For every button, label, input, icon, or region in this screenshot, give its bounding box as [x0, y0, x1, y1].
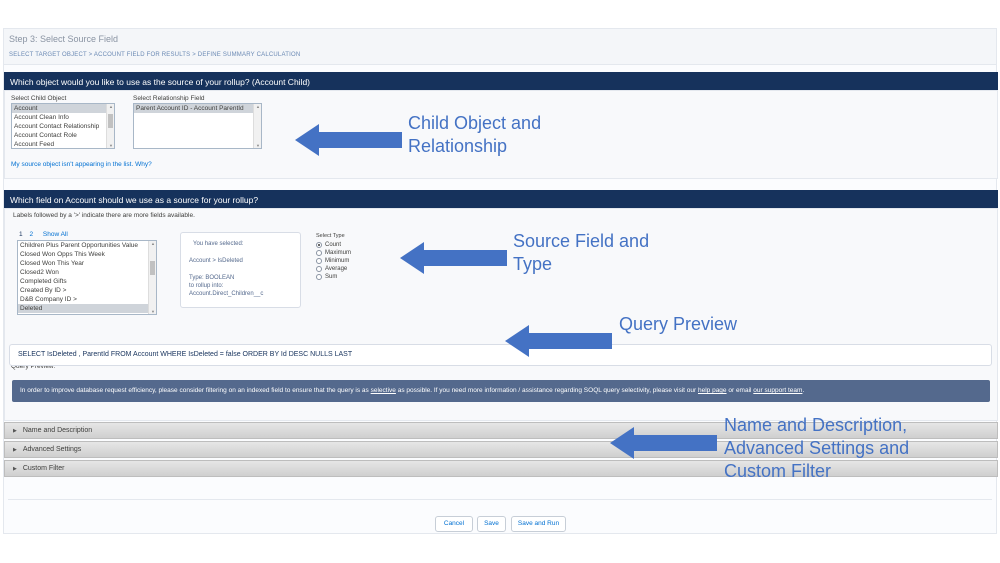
annotation-line: Source Field and — [513, 231, 650, 251]
select-type-label: Select Type — [316, 233, 345, 239]
list-option[interactable]: Children Plus Parent Opportunities Value — [18, 241, 156, 250]
list-option[interactable]: Account Clean Info — [12, 113, 114, 122]
arrow-left-icon — [505, 325, 612, 357]
type-option-0[interactable]: Count — [316, 242, 341, 248]
selected-path: Account > IsDeleted — [189, 258, 243, 264]
annotation-name-description: Name and Description, Advanced Settings … — [724, 414, 909, 483]
banner-or: or email — [728, 387, 752, 394]
selective-link[interactable]: selective — [371, 387, 396, 394]
scrollbar[interactable]: ▲ ▼ — [148, 241, 156, 314]
support-team-link[interactable]: our support team — [753, 387, 802, 394]
scrollbar[interactable]: ▲ ▼ — [253, 104, 261, 148]
accordion-label: Name and Description — [22, 427, 93, 434]
field-pagination: 1 2 Show All — [19, 231, 68, 238]
radio-button[interactable] — [316, 250, 322, 256]
child-object-label: Select Child Object — [11, 95, 67, 102]
annotation-line: Query Preview — [619, 314, 738, 334]
accordion-label: Custom Filter — [22, 465, 65, 472]
chevron-right-icon: ▶ — [13, 428, 17, 434]
arrow-left-icon — [295, 124, 402, 156]
type-option-label: Sum — [325, 274, 338, 280]
accordion-label: Advanced Settings — [22, 446, 82, 453]
page-1-link[interactable]: 1 — [19, 231, 23, 238]
selected-type: Type: BOOLEAN — [189, 275, 235, 281]
list-option[interactable]: Closed Won Opps This Week — [18, 250, 156, 259]
relationship-field-label: Select Relationship Field — [133, 95, 205, 102]
banner-end: . — [802, 387, 805, 394]
list-option[interactable]: Created By ID > — [18, 286, 156, 295]
annotation-line: Relationship — [408, 136, 508, 156]
annotation-line: Advanced Settings and — [724, 438, 910, 458]
type-option-label: Average — [325, 266, 348, 272]
missing-object-help-link[interactable]: My source object isn't appearing in the … — [11, 161, 152, 168]
selected-heading: You have selected: — [193, 241, 244, 247]
breadcrumb[interactable]: SELECT TARGET OBJECT > ACCOUNT FIELD FOR… — [9, 52, 300, 58]
type-option-4[interactable]: Sum — [316, 274, 337, 280]
type-option-label: Count — [325, 242, 342, 248]
relationship-field-select[interactable]: Parent Account ID - Account ParentId ▲ ▼ — [133, 103, 262, 149]
annotation-line: Type — [513, 254, 553, 274]
help-page-link[interactable]: help page — [698, 387, 727, 394]
cancel-button[interactable]: Cancel — [435, 516, 473, 532]
child-object-section-header: Which object would you like to use as th… — [4, 72, 998, 90]
list-option[interactable]: Parent Account ID - Account ParentId — [134, 104, 261, 113]
show-all-link[interactable]: Show All — [43, 231, 68, 238]
banner-text-2: as possible. If you need more informatio… — [397, 387, 697, 394]
page-2-link[interactable]: 2 — [29, 231, 33, 238]
chevron-right-icon: ▶ — [13, 466, 17, 472]
selected-rollup-label: to rollup into: — [189, 283, 224, 289]
source-field-select[interactable]: Children Plus Parent Opportunities Value… — [17, 240, 157, 315]
annotation-line: Name and Description, — [724, 415, 908, 435]
type-option-label: Minimum — [325, 258, 350, 264]
list-option[interactable]: Completed Gifts — [18, 277, 156, 286]
type-option-label: Maximum — [325, 250, 352, 256]
divider — [8, 499, 992, 500]
list-option[interactable]: Deleted — [18, 304, 156, 313]
selected-target-field: Account.Direct_Children__c — [189, 291, 264, 297]
source-field-section-header: Which field on Account should we use as … — [4, 190, 998, 208]
chevron-right-icon: ▶ — [13, 447, 17, 453]
arrow-left-icon — [400, 242, 507, 274]
annotation-query-preview: Query Preview — [619, 313, 737, 336]
selected-field-summary: You have selected: Account > IsDeleted T… — [180, 232, 301, 308]
type-option-2[interactable]: Minimum — [316, 258, 349, 264]
radio-button[interactable] — [316, 274, 322, 280]
list-option[interactable]: D&B Company ID > — [18, 295, 156, 304]
banner-text: In order to improve database request eff… — [20, 387, 369, 394]
list-option[interactable]: Account — [12, 104, 114, 113]
list-option[interactable]: Closed2 Won — [18, 268, 156, 277]
annotation-line: Child Object and — [408, 113, 542, 133]
annotation-source-field: Source Field and Type — [513, 230, 649, 276]
step-header: Step 3: Select Source Field SELECT TARGE… — [4, 29, 996, 65]
annotation-child-object: Child Object and Relationship — [408, 112, 541, 158]
list-option[interactable]: Closed Won This Year — [18, 259, 156, 268]
step-title: Step 3: Select Source Field — [9, 34, 119, 44]
field-hint: Labels followed by a '>' indicate there … — [13, 212, 195, 219]
save-and-run-button[interactable]: Save and Run — [511, 516, 566, 532]
radio-button[interactable] — [316, 266, 322, 272]
type-option-1[interactable]: Maximum — [316, 250, 351, 256]
query-preview: SELECT IsDeleted , ParentId FROM Account… — [9, 344, 992, 366]
scrollbar[interactable]: ▲ ▼ — [106, 104, 114, 148]
list-option[interactable]: Account Contact Relationship — [12, 122, 114, 131]
list-option[interactable]: Account Contact Role — [12, 131, 114, 140]
selectivity-info-banner: In order to improve database request eff… — [12, 380, 990, 402]
type-option-3[interactable]: Average — [316, 266, 347, 272]
list-option[interactable]: Account Feed — [12, 140, 114, 148]
child-object-select[interactable]: Account Account Clean Info Account Contact… — [11, 103, 115, 149]
save-button[interactable]: Save — [477, 516, 506, 532]
radio-button[interactable] — [316, 242, 322, 248]
annotation-line: Custom Filter — [724, 461, 832, 481]
arrow-left-icon — [610, 427, 717, 459]
radio-button[interactable] — [316, 258, 322, 264]
